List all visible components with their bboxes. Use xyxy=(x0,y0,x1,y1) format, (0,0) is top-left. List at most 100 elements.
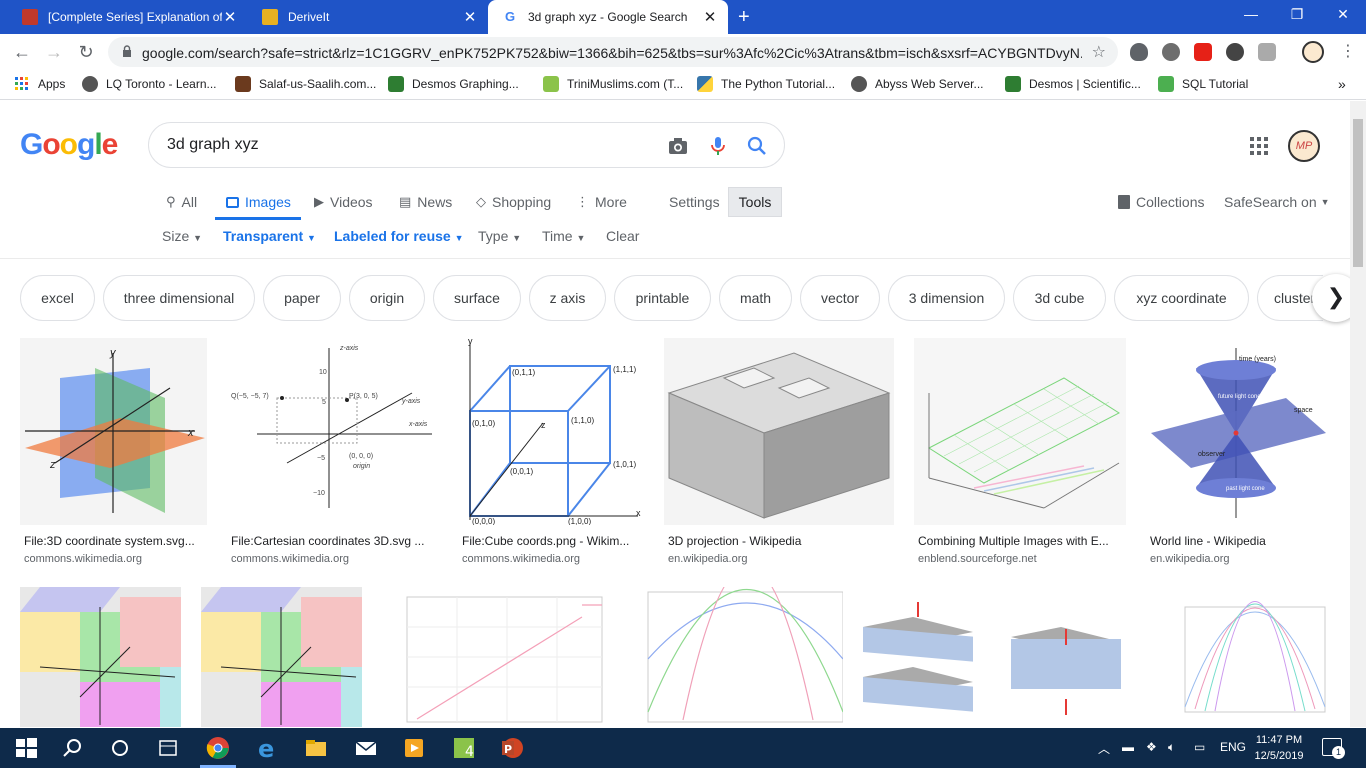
result-thumbnail[interactable]: y x z xyxy=(20,338,207,525)
language-indicator[interactable]: ENG xyxy=(1220,740,1246,754)
image-result[interactable] xyxy=(1170,587,1329,727)
result-title[interactable]: Combining Multiple Images with E... xyxy=(918,534,1126,548)
search-input[interactable]: 3d graph xyz xyxy=(167,136,259,154)
search-icon[interactable] xyxy=(746,135,768,157)
new-tab-button[interactable]: + xyxy=(738,6,750,29)
profile-avatar-icon[interactable] xyxy=(1302,41,1324,63)
youtube-extension-icon[interactable] xyxy=(1194,43,1212,61)
tab-all[interactable]: ⚲ All xyxy=(166,194,197,210)
result-thumbnail[interactable] xyxy=(863,587,1150,727)
reload-button[interactable]: ↻ xyxy=(74,40,98,64)
menu-kebab-icon[interactable]: ⋮ xyxy=(1340,41,1356,61)
image-result[interactable]: y x z File:3D coordinate system.svg... c… xyxy=(20,338,207,568)
safesearch-menu[interactable]: SafeSearch on ▼ xyxy=(1224,194,1330,210)
tab-shopping[interactable]: ◇ Shopping xyxy=(476,194,551,210)
scrollbar-thumb[interactable] xyxy=(1353,119,1363,267)
bookmark-python-tutorial[interactable]: The Python Tutorial... xyxy=(697,76,835,92)
camera-icon[interactable] xyxy=(667,135,689,157)
chip-origin[interactable]: origin xyxy=(349,275,425,321)
result-thumbnail[interactable] xyxy=(623,587,843,727)
google-logo[interactable]: Google xyxy=(20,128,118,162)
taskbar-clock[interactable]: 11:47 PM 12/5/2019 xyxy=(1254,732,1304,764)
result-title[interactable]: File:3D coordinate system.svg... xyxy=(24,534,207,548)
close-window-button[interactable]: ✕ xyxy=(1320,6,1366,23)
close-icon[interactable]: ✕ xyxy=(222,8,238,26)
chip-3-dimension[interactable]: 3 dimension xyxy=(888,275,1005,321)
back-button[interactable]: ← xyxy=(10,40,34,64)
windows-start-icon[interactable] xyxy=(14,736,38,760)
cortana-icon[interactable] xyxy=(108,736,132,760)
extension-icon[interactable] xyxy=(1258,43,1276,61)
result-title[interactable]: 3D projection - Wikipedia xyxy=(668,534,894,548)
result-thumbnail[interactable] xyxy=(201,587,362,727)
bookmark-sql-tutorial[interactable]: SQL Tutorial xyxy=(1158,76,1248,92)
forward-button[interactable]: → xyxy=(42,40,66,64)
tab-complete-series[interactable]: [Complete Series] Explanation of ✕ xyxy=(8,0,248,34)
tab-videos[interactable]: ▶ Videos xyxy=(314,194,373,210)
result-title[interactable]: File:Cube coords.png - Wikim... xyxy=(462,534,644,548)
task-view-icon[interactable] xyxy=(156,736,180,760)
filter-transparent[interactable]: Transparent ▼ xyxy=(223,228,316,244)
result-thumbnail[interactable] xyxy=(664,338,894,525)
result-thumbnail[interactable]: time (years) future light cone past ligh… xyxy=(1146,338,1329,525)
image-result[interactable]: 3D projection - Wikipedia en.wikipedia.o… xyxy=(664,338,894,568)
chevron-up-icon[interactable]: ︿ xyxy=(1098,740,1110,757)
bookmark-apps[interactable]: Apps xyxy=(14,76,65,92)
image-result[interactable] xyxy=(863,587,1150,727)
mail-icon[interactable] xyxy=(354,736,378,760)
result-source[interactable]: en.wikipedia.org xyxy=(668,553,748,565)
filter-size[interactable]: Size ▼ xyxy=(162,228,202,244)
chip-math[interactable]: math xyxy=(719,275,792,321)
search-icon[interactable] xyxy=(60,736,84,760)
image-result[interactable]: Combining Multiple Images with E... enbl… xyxy=(914,338,1126,568)
bookmark-trinimuslims[interactable]: TriniMuslims.com (T... xyxy=(543,76,683,92)
filter-labeled-for-reuse[interactable]: Labeled for reuse ▼ xyxy=(334,228,464,244)
chip-printable[interactable]: printable xyxy=(614,275,711,321)
close-icon[interactable]: ✕ xyxy=(702,8,718,26)
result-thumbnail[interactable]: z-axis y-axis x-axis Q(−5, −5, 7) P(3, 0… xyxy=(227,338,438,525)
geogebra-icon[interactable]: 4 xyxy=(452,736,476,760)
filter-type[interactable]: Type ▼ xyxy=(478,228,521,244)
result-thumbnail[interactable] xyxy=(382,587,603,727)
tab-deriveit[interactable]: DeriveIt ✕ xyxy=(248,0,488,34)
bookmark-lq-toronto[interactable]: LQ Toronto - Learn... xyxy=(82,76,217,92)
account-avatar[interactable]: MP xyxy=(1288,130,1320,162)
bookmark-star-icon[interactable]: ☆ xyxy=(1092,42,1106,62)
page-scrollbar[interactable] xyxy=(1350,101,1366,727)
image-result[interactable] xyxy=(382,587,603,727)
power-icon[interactable]: ▬ xyxy=(1122,740,1134,754)
chip-3d-cube[interactable]: 3d cube xyxy=(1013,275,1106,321)
chip-excel[interactable]: excel xyxy=(20,275,95,321)
ublock-extension-icon[interactable] xyxy=(1130,43,1148,61)
chip-surface[interactable]: surface xyxy=(433,275,521,321)
chrome-icon[interactable] xyxy=(206,736,230,760)
tab-google-search[interactable]: G 3d graph xyz - Google Search ✕ xyxy=(488,0,728,34)
bookmark-desmos-graphing[interactable]: Desmos Graphing... xyxy=(388,76,519,92)
result-source[interactable]: enblend.sourceforge.net xyxy=(918,553,1037,565)
result-source[interactable]: commons.wikimedia.org xyxy=(231,553,349,565)
image-result[interactable] xyxy=(623,587,843,727)
result-thumbnail[interactable] xyxy=(1170,587,1329,727)
microphone-icon[interactable] xyxy=(707,135,729,157)
chip-xyz-coordinate[interactable]: xyz coordinate xyxy=(1114,275,1249,321)
tab-more[interactable]: ⋮ More xyxy=(576,194,627,210)
bookmark-desmos-scientific[interactable]: Desmos | Scientific... xyxy=(1005,76,1141,92)
result-source[interactable]: commons.wikimedia.org xyxy=(24,553,142,565)
image-result[interactable]: y x z (0,1,0) (0,1,1) (1,1,1) (1,1,0) (0… xyxy=(458,338,644,568)
result-thumbnail[interactable] xyxy=(914,338,1126,525)
image-result[interactable] xyxy=(201,587,362,727)
result-title[interactable]: World line - Wikipedia xyxy=(1150,534,1329,548)
result-title[interactable]: File:Cartesian coordinates 3D.svg ... xyxy=(231,534,438,548)
collections-link[interactable]: Collections xyxy=(1118,194,1204,210)
chip-paper[interactable]: paper xyxy=(263,275,341,321)
skype-extension-icon[interactable] xyxy=(1162,43,1180,61)
filter-time[interactable]: Time ▼ xyxy=(542,228,585,244)
image-result[interactable] xyxy=(20,587,181,727)
search-box[interactable]: 3d graph xyz xyxy=(148,122,785,168)
result-source[interactable]: commons.wikimedia.org xyxy=(462,553,580,565)
powerpoint-icon[interactable]: P xyxy=(500,736,524,760)
google-apps-icon[interactable] xyxy=(1250,137,1268,155)
result-source[interactable]: en.wikipedia.org xyxy=(1150,553,1230,565)
chip-z-axis[interactable]: z axis xyxy=(529,275,606,321)
chip-vector[interactable]: vector xyxy=(800,275,880,321)
